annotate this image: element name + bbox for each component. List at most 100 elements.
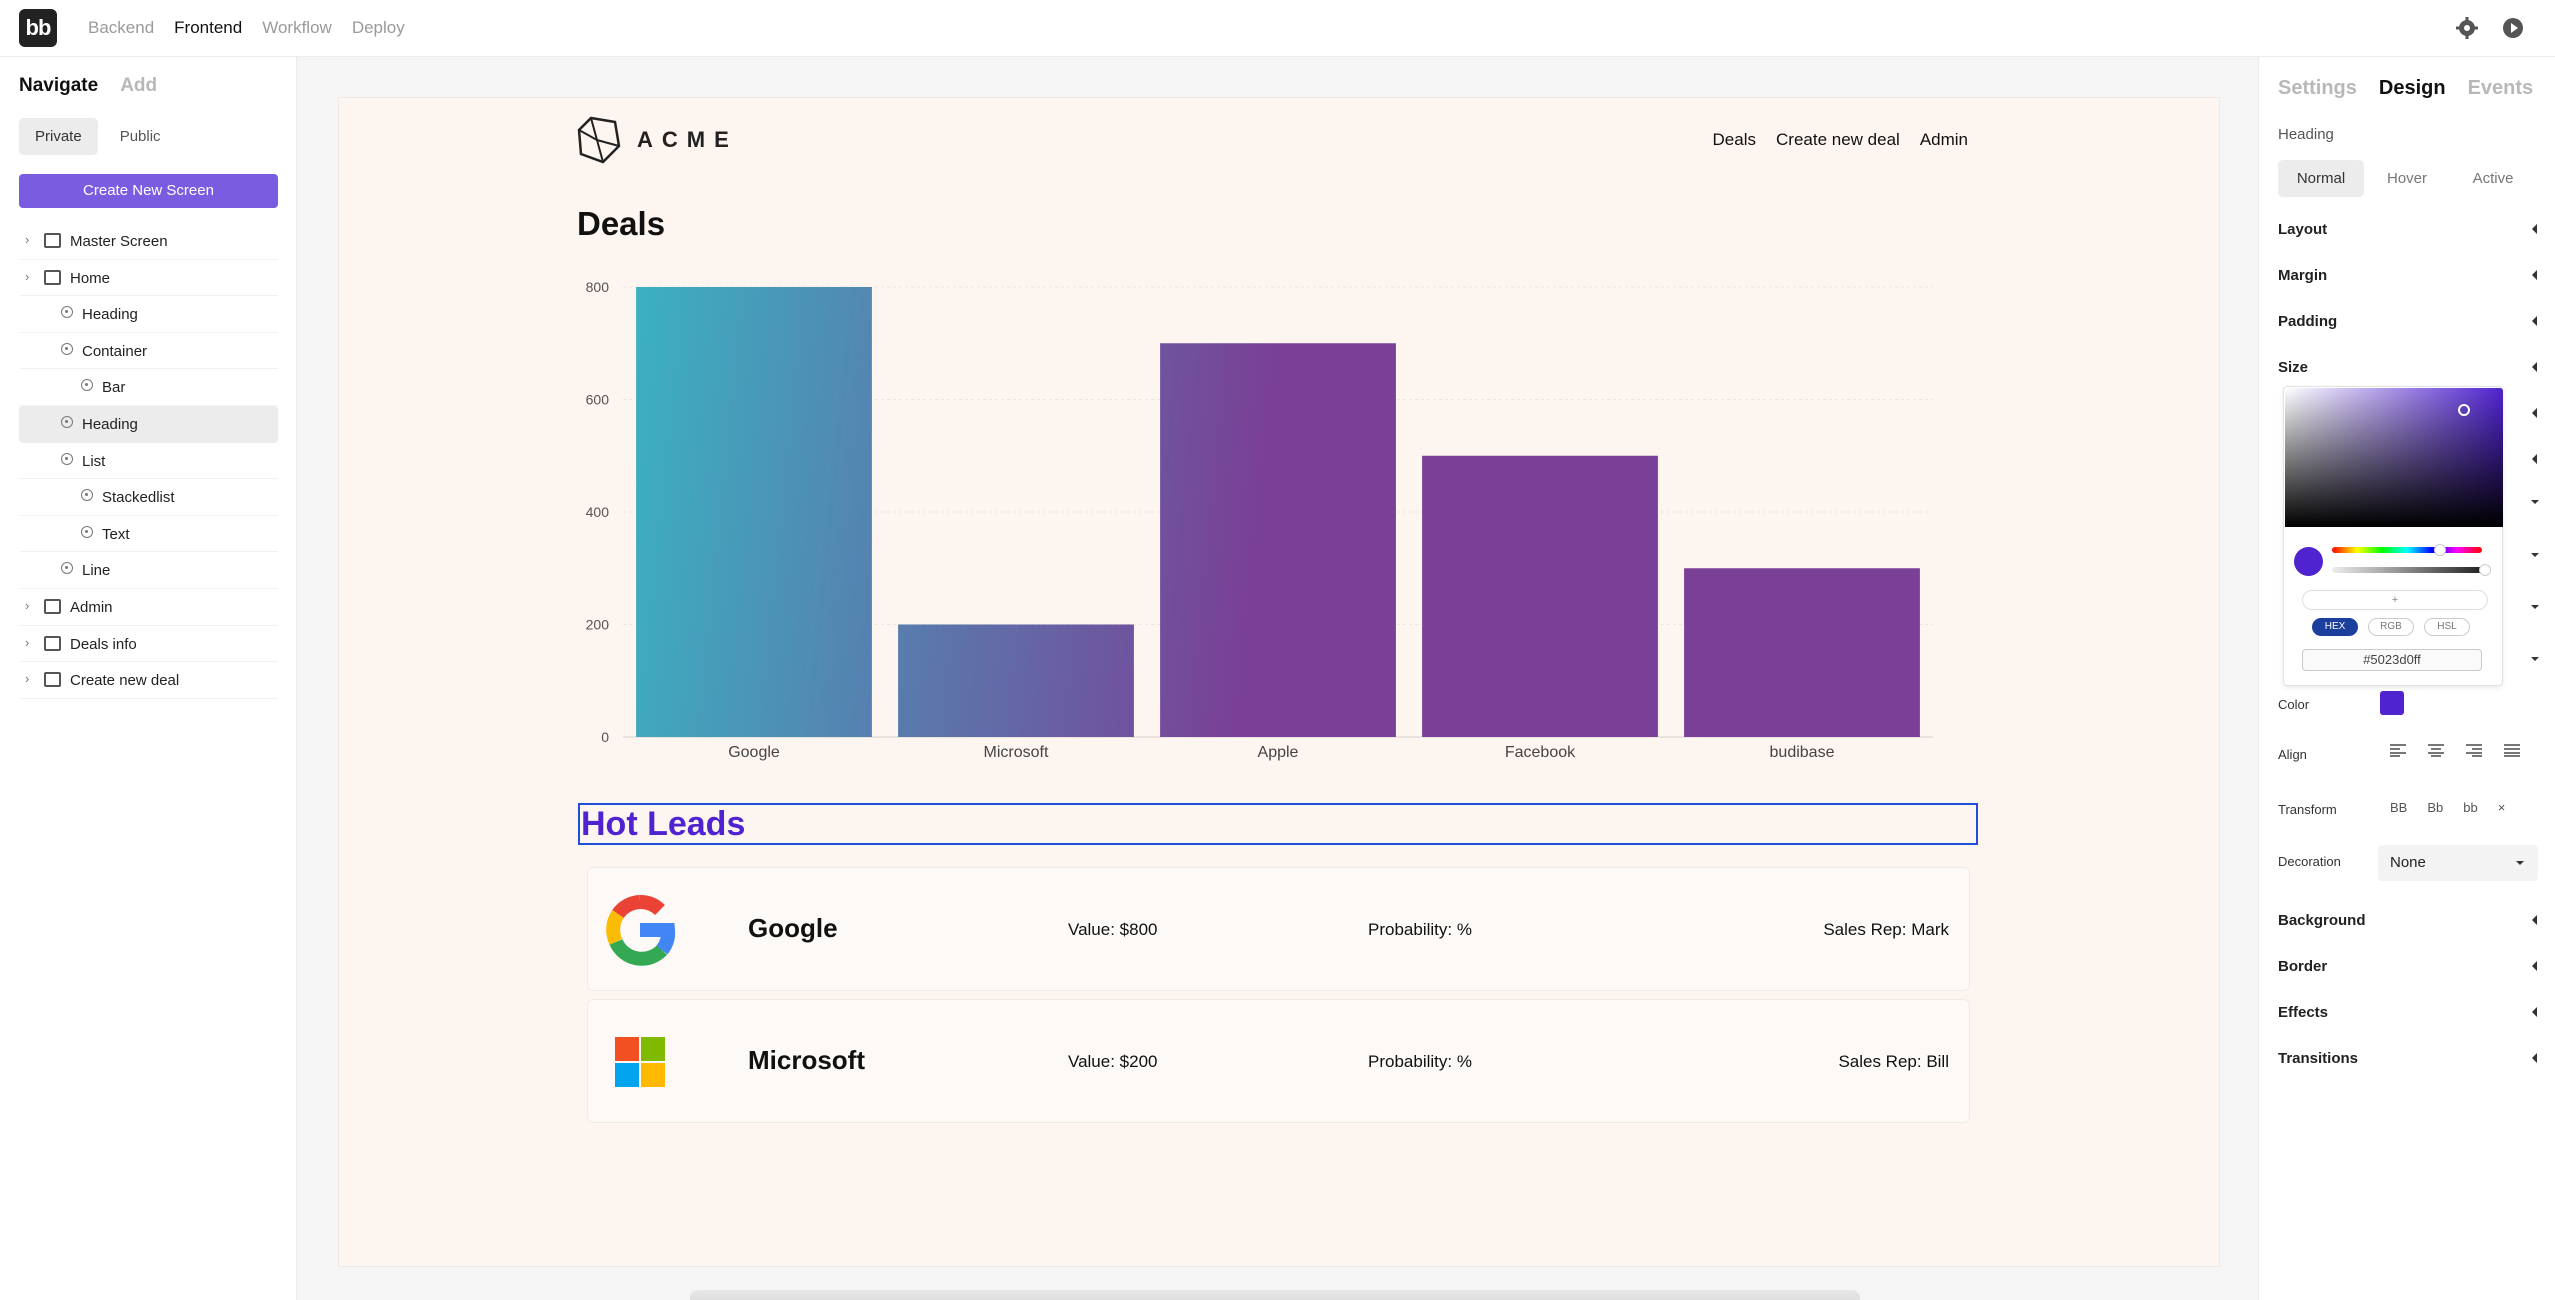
bar-facebook[interactable]: [1422, 455, 1658, 737]
lead-card-microsoft[interactable]: Microsoft Value: $200 Probability: % Sal…: [587, 999, 1970, 1123]
tree-item-master-screen[interactable]: › Master Screen: [19, 223, 278, 260]
tab-events[interactable]: Events: [2468, 77, 2534, 100]
decoration-select[interactable]: None: [2378, 845, 2538, 881]
transform-none[interactable]: ×: [2498, 800, 2506, 815]
section-border[interactable]: Border: [2278, 958, 2537, 975]
section-padding[interactable]: Padding: [2278, 313, 2537, 330]
gear-icon[interactable]: [2455, 16, 2479, 40]
chevron-right-icon[interactable]: ›: [25, 635, 29, 650]
tree-item-list[interactable]: List: [19, 443, 278, 480]
mode-rgb[interactable]: RGB: [2368, 618, 2414, 636]
line-height-dropdown-arrow[interactable]: [2531, 657, 2539, 661]
hue-slider[interactable]: [2332, 547, 2482, 553]
font-dropdown-arrow[interactable]: [2531, 500, 2539, 504]
screen-tree: › Master Screen › Home Heading Container Bar He…: [19, 223, 278, 699]
x-tick-label: budibase: [1770, 744, 1835, 761]
bar-google[interactable]: [636, 287, 872, 737]
bar-apple[interactable]: [1160, 343, 1396, 737]
tab-add[interactable]: Add: [120, 75, 157, 97]
collapse-caret-icon: [2532, 961, 2537, 971]
bar-microsoft[interactable]: [898, 624, 1134, 738]
screen-icon: [44, 635, 61, 651]
tab-deploy[interactable]: Deploy: [352, 18, 405, 38]
tree-item-heading[interactable]: Heading: [19, 296, 278, 333]
top-bar: bb Backend Frontend Workflow Deploy: [0, 0, 2555, 57]
play-icon[interactable]: [2501, 16, 2525, 40]
collapse-caret-icon: [2532, 224, 2537, 234]
size-dropdown-arrow[interactable]: [2531, 605, 2539, 609]
saturation-value-area[interactable]: [2285, 388, 2503, 527]
acme-wordmark: ACME: [637, 127, 738, 152]
nav-create-new-deal[interactable]: Create new deal: [1776, 130, 1900, 150]
transform-uppercase[interactable]: BB: [2390, 800, 2407, 815]
public-toggle[interactable]: Public: [104, 118, 177, 155]
tree-item-heading[interactable]: Heading: [19, 405, 278, 443]
component-icon: [61, 562, 73, 575]
tab-settings[interactable]: Settings: [2278, 77, 2357, 100]
alpha-slider[interactable]: [2332, 567, 2482, 573]
tab-backend[interactable]: Backend: [88, 18, 154, 38]
selected-heading[interactable]: Hot Leads: [578, 803, 1978, 845]
hex-input[interactable]: #5023d0ff: [2302, 649, 2482, 671]
state-normal[interactable]: Normal: [2278, 160, 2364, 197]
tab-design[interactable]: Design: [2379, 77, 2446, 100]
private-toggle[interactable]: Private: [19, 118, 98, 155]
section-background[interactable]: Background: [2278, 912, 2537, 929]
tree-item-deals-info[interactable]: › Deals info: [19, 626, 278, 663]
tree-item-container[interactable]: Container: [19, 333, 278, 370]
lead-sales-rep: Sales Rep: Bill: [1838, 1052, 1949, 1071]
y-tick-label: 200: [586, 617, 610, 633]
chevron-right-icon[interactable]: ›: [25, 269, 29, 284]
weight-dropdown-arrow[interactable]: [2531, 553, 2539, 557]
page-title: Deals: [577, 205, 666, 242]
component-icon: [61, 306, 73, 319]
hue-slider-handle[interactable]: [2434, 544, 2446, 556]
tab-workflow[interactable]: Workflow: [262, 18, 332, 38]
create-new-screen-button[interactable]: Create New Screen: [19, 174, 278, 208]
transform-capitalize[interactable]: Bb: [2427, 800, 2443, 815]
tree-item-admin[interactable]: › Admin: [19, 589, 278, 626]
tree-item-text[interactable]: Text: [19, 516, 278, 553]
tab-navigate[interactable]: Navigate: [19, 75, 98, 97]
mode-hsl[interactable]: HSL: [2424, 618, 2470, 636]
add-swatch-button[interactable]: +: [2302, 590, 2488, 610]
lead-card-google[interactable]: Google Value: $800 Probability: % Sales …: [587, 867, 1970, 991]
section-size[interactable]: Size: [2278, 359, 2537, 376]
google-logo: [606, 895, 676, 966]
lead-name: Google: [748, 913, 838, 943]
tree-item-create-new-deal[interactable]: › Create new deal: [19, 662, 278, 699]
chevron-right-icon[interactable]: ›: [25, 598, 29, 613]
align-left-icon[interactable]: [2390, 743, 2406, 757]
nav-deals[interactable]: Deals: [1713, 130, 1756, 150]
tree-item-home[interactable]: › Home: [19, 260, 278, 297]
tree-item-bar[interactable]: Bar: [19, 369, 278, 406]
align-right-icon[interactable]: [2466, 743, 2482, 757]
section-effects[interactable]: Effects: [2278, 1004, 2537, 1021]
nav-admin[interactable]: Admin: [1920, 130, 1968, 150]
budibase-logo[interactable]: bb: [19, 9, 57, 47]
tree-item-stackedlist[interactable]: Stackedlist: [19, 479, 278, 516]
color-swatch[interactable]: [2380, 691, 2404, 715]
bar-budibase[interactable]: [1684, 568, 1920, 737]
component-name: Heading: [2278, 126, 2334, 143]
x-tick-label: Apple: [1258, 744, 1299, 761]
section-layout[interactable]: Layout: [2278, 221, 2537, 238]
access-toggle: Private Public: [19, 118, 177, 155]
tab-frontend[interactable]: Frontend: [174, 18, 242, 38]
section-transitions[interactable]: Transitions: [2278, 1050, 2537, 1067]
tree-item-label: Container: [82, 342, 148, 360]
deals-bar-chart: 0 200 400 600 800 Google Microsoft Apple Faceboo…: [586, 279, 1933, 761]
mode-hex[interactable]: HEX: [2312, 618, 2358, 636]
state-hover[interactable]: Hover: [2364, 160, 2450, 197]
state-active[interactable]: Active: [2450, 160, 2536, 197]
transform-lowercase[interactable]: bb: [2463, 800, 2477, 815]
saturation-handle[interactable]: [2458, 404, 2470, 416]
chevron-right-icon[interactable]: ›: [25, 232, 29, 247]
section-margin[interactable]: Margin: [2278, 267, 2537, 284]
alpha-slider-handle[interactable]: [2479, 564, 2491, 576]
tree-item-line[interactable]: Line: [19, 552, 278, 589]
chevron-right-icon[interactable]: ›: [25, 671, 29, 686]
align-center-icon[interactable]: [2428, 743, 2444, 757]
align-justify-icon[interactable]: [2504, 743, 2520, 757]
acme-logo-icon: [577, 116, 621, 164]
